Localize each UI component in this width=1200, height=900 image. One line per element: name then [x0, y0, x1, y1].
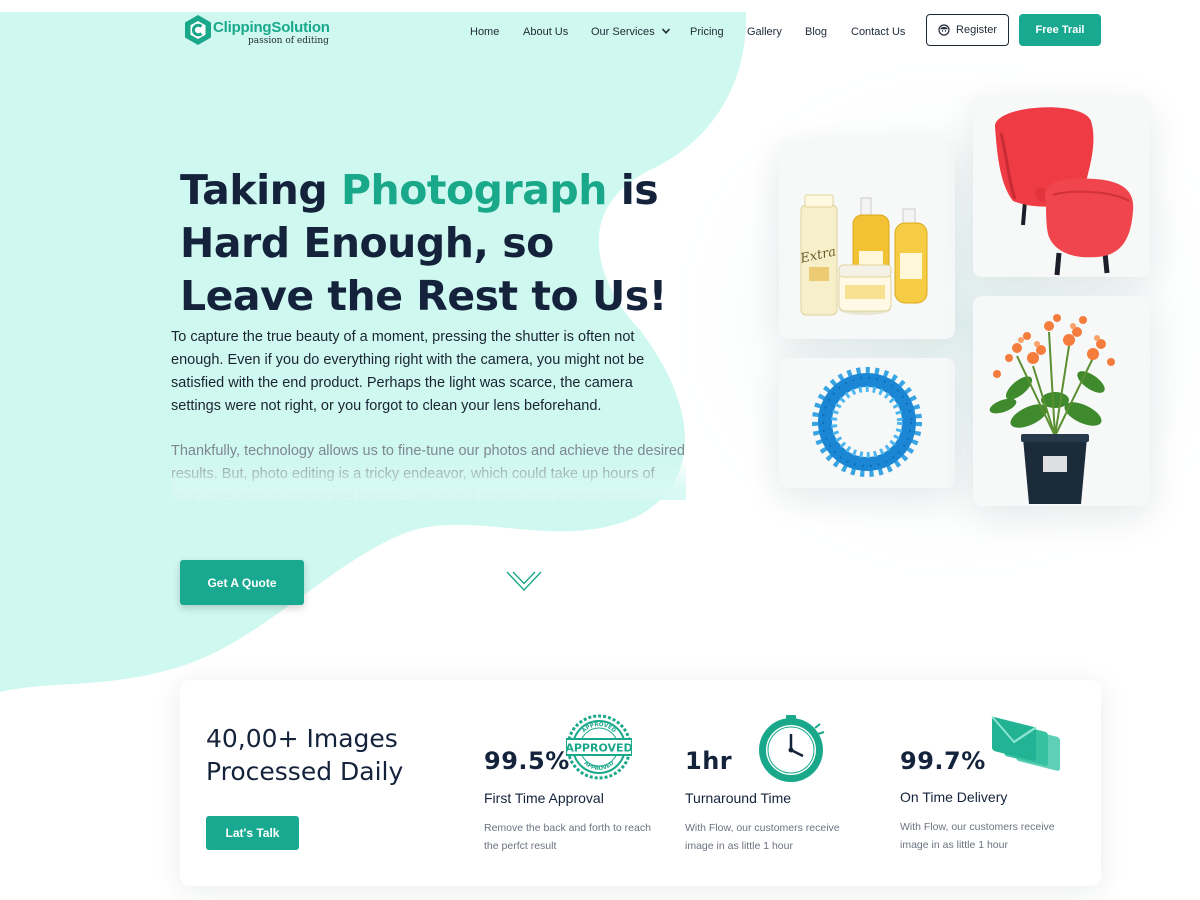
nav-blog[interactable]: Blog [805, 26, 827, 38]
stat-label: On Time Delivery [900, 789, 1008, 805]
lets-talk-button[interactable]: Lat's Talk [206, 816, 299, 850]
stat-description: Remove the back and forth to reach the p… [484, 822, 651, 852]
stat-first-time-approval: 99.5% APPROVED APPROVED APPROVED First T… [484, 680, 694, 886]
hero-title-accent: Photograph [340, 166, 607, 214]
stat-turnaround-time: 1hr Turnaround Time With Flow, our custo… [685, 680, 895, 886]
nav-about-us[interactable]: About Us [523, 26, 568, 38]
gallery-card-ring-toy [779, 358, 955, 488]
stats-section: 40,00+ Images Processed Daily Lat's Talk… [180, 680, 1101, 886]
stamp-text: APPROVED [566, 742, 632, 755]
hero-paragraph-1: To capture the true beauty of a moment, … [171, 329, 645, 414]
chevron-down-icon [661, 28, 670, 34]
gallery-card-armchair [973, 97, 1150, 277]
free-trial-button[interactable]: Free Trail [1019, 14, 1101, 46]
register-button[interactable]: Register [926, 14, 1009, 46]
stats-headline: 40,00+ Images Processed Daily [206, 724, 404, 786]
nav-our-services-label: Our Services [591, 26, 655, 38]
stat-value: 99.5% [484, 747, 570, 775]
chevron-down-icon[interactable] [505, 570, 543, 594]
nav-gallery[interactable]: Gallery [747, 26, 782, 38]
envelopes-icon [991, 715, 1060, 771]
hero-paragraph-2-container: Thankfully, technology allows us to fine… [171, 440, 686, 500]
nav-our-services[interactable]: Our Services [591, 26, 671, 38]
stat-value: 1hr [685, 747, 733, 775]
nav-home[interactable]: Home [470, 26, 499, 38]
potted-flowers-image [989, 314, 1115, 504]
hero-title: Taking Photograph is Hard Enough, so Lea… [180, 164, 680, 323]
hero-paragraph-2: Thankfully, technology allows us to fine… [171, 443, 685, 500]
stat-value: 99.7% [900, 747, 986, 775]
blue-ring-toy-image [812, 367, 922, 477]
user-icon [938, 24, 950, 36]
logo-hexagon-icon [185, 15, 211, 45]
stat-label: First Time Approval [484, 790, 604, 806]
brand-name: ClippingSolution [213, 19, 330, 36]
nav-pricing[interactable]: Pricing [690, 26, 724, 38]
red-armchair-image [994, 107, 1134, 276]
stat-label: Turnaround Time [685, 790, 792, 806]
nav-contact-us[interactable]: Contact Us [851, 26, 905, 38]
stat-description: With Flow, our customers receive image i… [900, 821, 1055, 851]
gallery-card-cosmetics: Extra [779, 141, 955, 339]
hero-title-part1: Taking [180, 166, 341, 214]
brand-tagline: passion of editing [248, 36, 329, 46]
cosmetics-bottles-image: Extra [798, 194, 928, 316]
get-quote-button[interactable]: Get A Quote [180, 560, 304, 605]
register-label: Register [956, 24, 997, 36]
stat-on-time-delivery: 99.7% On Time Delivery With Flow, our cu… [900, 680, 1110, 886]
brand-logo[interactable]: ClippingSolution passion of editing [184, 14, 334, 48]
clock-icon [759, 715, 825, 782]
approved-stamp-icon: APPROVED APPROVED APPROVED [566, 714, 632, 780]
stat-description: With Flow, our customers receive image i… [685, 822, 840, 852]
gallery-card-flowers [973, 296, 1150, 506]
